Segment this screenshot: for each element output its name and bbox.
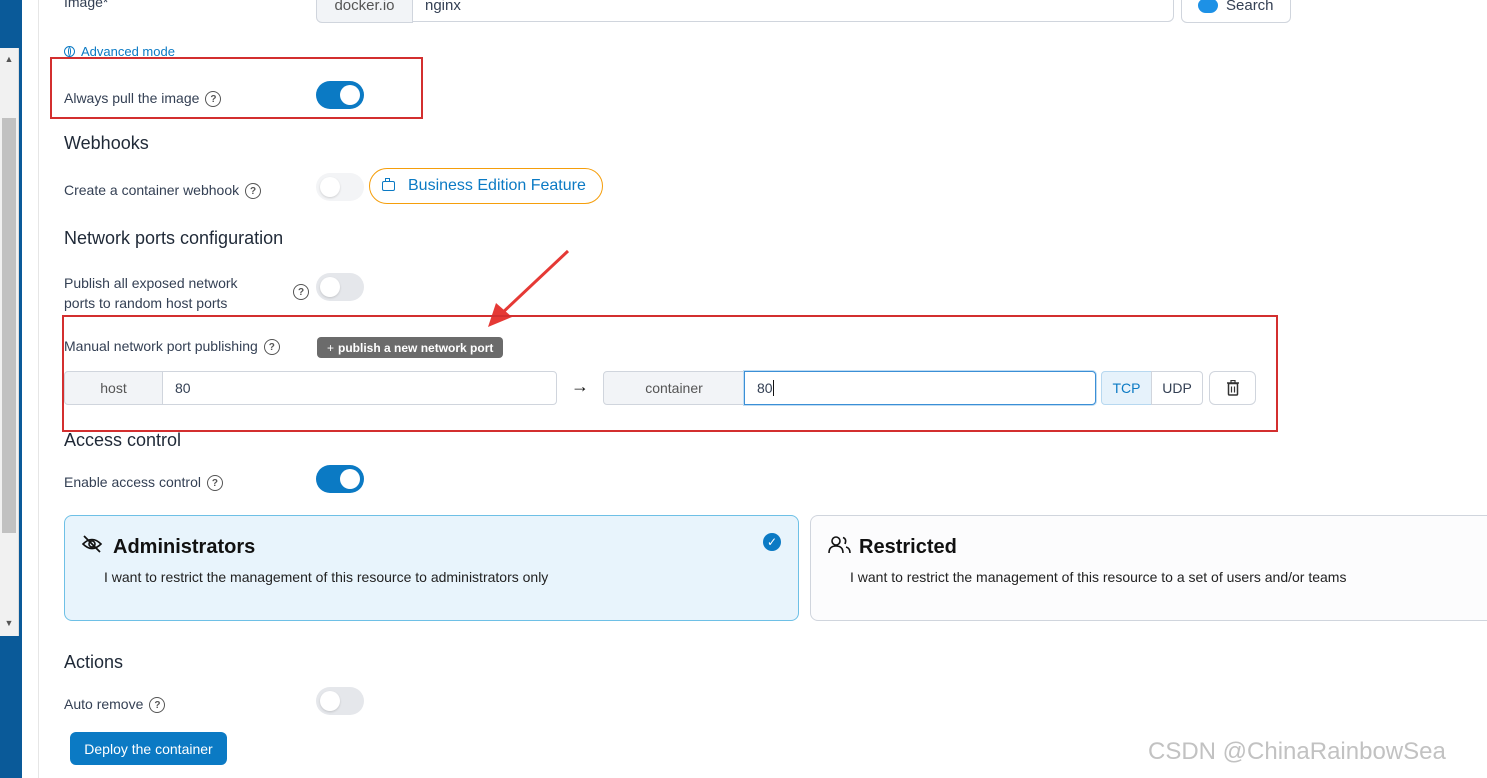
auto-remove-toggle[interactable] [316,687,364,715]
auto-remove-label-row: Auto remove? [64,696,166,714]
delete-port-button[interactable] [1209,371,1256,405]
host-addon: host [64,371,163,405]
globe-icon [64,46,75,57]
host-port-input[interactable]: 80 [162,371,557,405]
text-cursor [772,380,774,396]
image-input[interactable]: nginx [412,0,1174,22]
help-icon[interactable]: ? [263,339,280,356]
content-divider [38,0,39,778]
publish-all-label-line1: Publish all exposed network [64,275,238,291]
scrollbar-thumb[interactable] [2,118,16,533]
help-icon[interactable]: ? [293,284,309,300]
container-addon: container [603,371,745,405]
webhook-toggle[interactable] [316,173,364,201]
administrators-card[interactable]: Administrators I want to restrict the ma… [64,515,799,621]
restricted-card[interactable]: Restricted I want to restrict the manage… [810,515,1487,621]
briefcase-icon [382,178,395,191]
always-pull-toggle[interactable] [316,81,364,109]
tcp-button[interactable]: TCP [1101,371,1152,405]
help-icon[interactable]: ? [149,697,166,714]
trash-icon [1226,380,1239,396]
help-icon[interactable]: ? [205,91,222,108]
help-icon[interactable]: ? [206,475,223,492]
toggle-knob [340,469,360,489]
scroll-up-icon[interactable]: ▲ [0,52,18,66]
publish-all-label-line2: ports to random host ports [64,295,228,311]
scroll-down-icon[interactable]: ▼ [0,616,18,630]
administrators-desc: I want to restrict the management of thi… [104,569,549,585]
always-pull-label: Always pull the image [64,90,200,106]
restricted-title: Restricted [859,536,957,558]
udp-button[interactable]: UDP [1151,371,1203,405]
enable-access-label: Enable access control [64,474,201,490]
container-port-input[interactable]: 80 [744,371,1096,405]
container-port-value: 80 [757,380,773,396]
users-icon [828,536,851,554]
always-pull-label-row: Always pull the image? [64,90,222,108]
image-label: Image* [64,0,109,10]
toggle-knob [340,85,360,105]
auto-remove-label: Auto remove [64,696,144,712]
access-control-toggle[interactable] [316,465,364,493]
docker-icon [1198,0,1218,13]
publish-new-port-button[interactable]: + publish a new network port [317,337,503,358]
toggle-knob [320,691,340,711]
manual-port-label: Manual network port publishing [64,338,258,354]
webhook-label: Create a container webhook [64,182,240,198]
business-edition-label: Business Edition Feature [408,177,586,194]
watermark: CSDN @ChinaRainbowSea [1148,738,1446,765]
help-icon[interactable]: ? [245,183,262,200]
plus-icon: + [327,340,335,355]
check-circle-icon: ✓ [763,533,781,551]
publish-all-label: Publish all exposed network ports to ran… [64,273,238,313]
deploy-container-button[interactable]: Deploy the container [70,732,227,765]
manual-port-label-row: Manual network port publishing? [64,338,280,356]
webhook-label-row: Create a container webhook? [64,182,262,200]
toggle-knob [320,277,340,297]
publish-new-port-label: publish a new network port [338,340,494,355]
registry-addon: docker.io [316,0,413,23]
enable-access-label-row: Enable access control? [64,474,223,492]
toggle-knob [320,177,340,197]
actions-title: Actions [64,652,124,672]
eye-off-icon [81,535,103,553]
search-button-label: Search [1226,0,1274,14]
webhooks-title: Webhooks [64,133,149,153]
search-button[interactable]: Search [1181,0,1291,23]
administrators-title: Administrators [113,536,256,558]
publish-all-toggle[interactable] [316,273,364,301]
arrow-right-icon: → [571,376,589,396]
access-control-title: Access control [64,430,182,450]
always-pull-highlight-box [50,57,423,119]
restricted-desc: I want to restrict the management of thi… [850,569,1347,585]
scrollbar[interactable]: ▲ ▼ [0,48,19,636]
network-ports-title: Network ports configuration [64,228,284,248]
business-edition-badge[interactable]: Business Edition Feature [369,168,603,204]
